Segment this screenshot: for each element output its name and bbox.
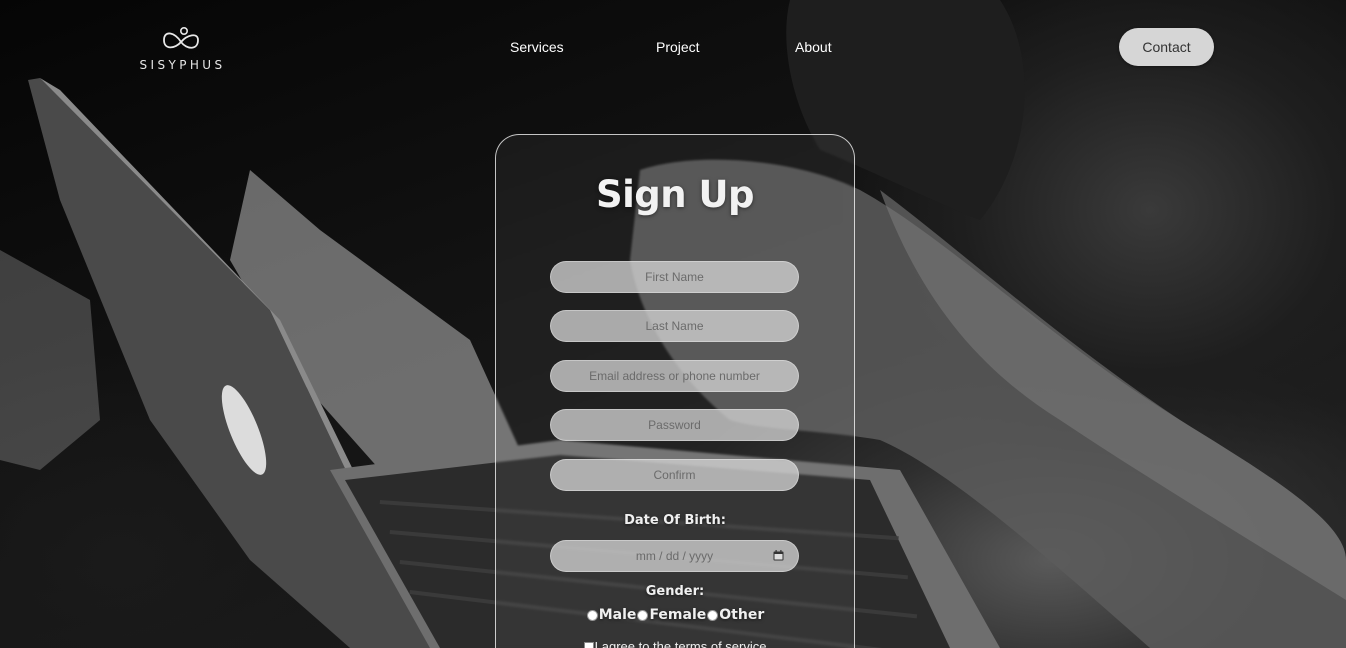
terms-label: I agree to the terms of service — [594, 639, 767, 648]
dob-date-field[interactable]: mm / dd / yyyy — [550, 540, 799, 572]
last-name-field[interactable] — [550, 310, 799, 342]
radio-female[interactable] — [637, 609, 649, 621]
email-field[interactable] — [550, 360, 799, 392]
contact-button[interactable]: Contact — [1119, 28, 1214, 66]
gender-option-male[interactable]: Male — [586, 607, 637, 623]
gender-option-label: Male — [598, 607, 637, 623]
gender-options: Male Female Other — [496, 607, 854, 623]
password-field[interactable] — [550, 409, 799, 441]
nav-item-about[interactable]: About — [795, 39, 832, 55]
signup-title: Sign Up — [595, 173, 755, 216]
nav-item-services[interactable]: Services — [510, 39, 564, 55]
radio-male[interactable] — [586, 609, 598, 621]
dob-label: Date Of Birth: — [624, 513, 726, 528]
confirm-password-field[interactable] — [550, 459, 799, 491]
brand-name: SISYPHUS — [139, 58, 226, 72]
radio-other[interactable] — [707, 609, 719, 621]
nav-item-project[interactable]: Project — [656, 39, 700, 55]
gender-option-other[interactable]: Other — [706, 607, 764, 623]
signup-card: Sign Up Date Of Birth: mm / dd / yyyy Ge… — [495, 134, 855, 648]
gender-option-label: Female — [649, 607, 707, 623]
gender-option-female[interactable]: Female — [636, 607, 706, 623]
terms-row: I agree to the terms of service — [496, 639, 854, 648]
gender-option-label: Other — [719, 607, 765, 623]
dob-placeholder: mm / dd / yyyy — [635, 549, 714, 563]
first-name-field[interactable] — [550, 261, 799, 293]
calendar-icon[interactable] — [773, 550, 784, 561]
terms-checkbox[interactable] — [583, 641, 594, 648]
gender-label: Gender: — [645, 584, 705, 599]
